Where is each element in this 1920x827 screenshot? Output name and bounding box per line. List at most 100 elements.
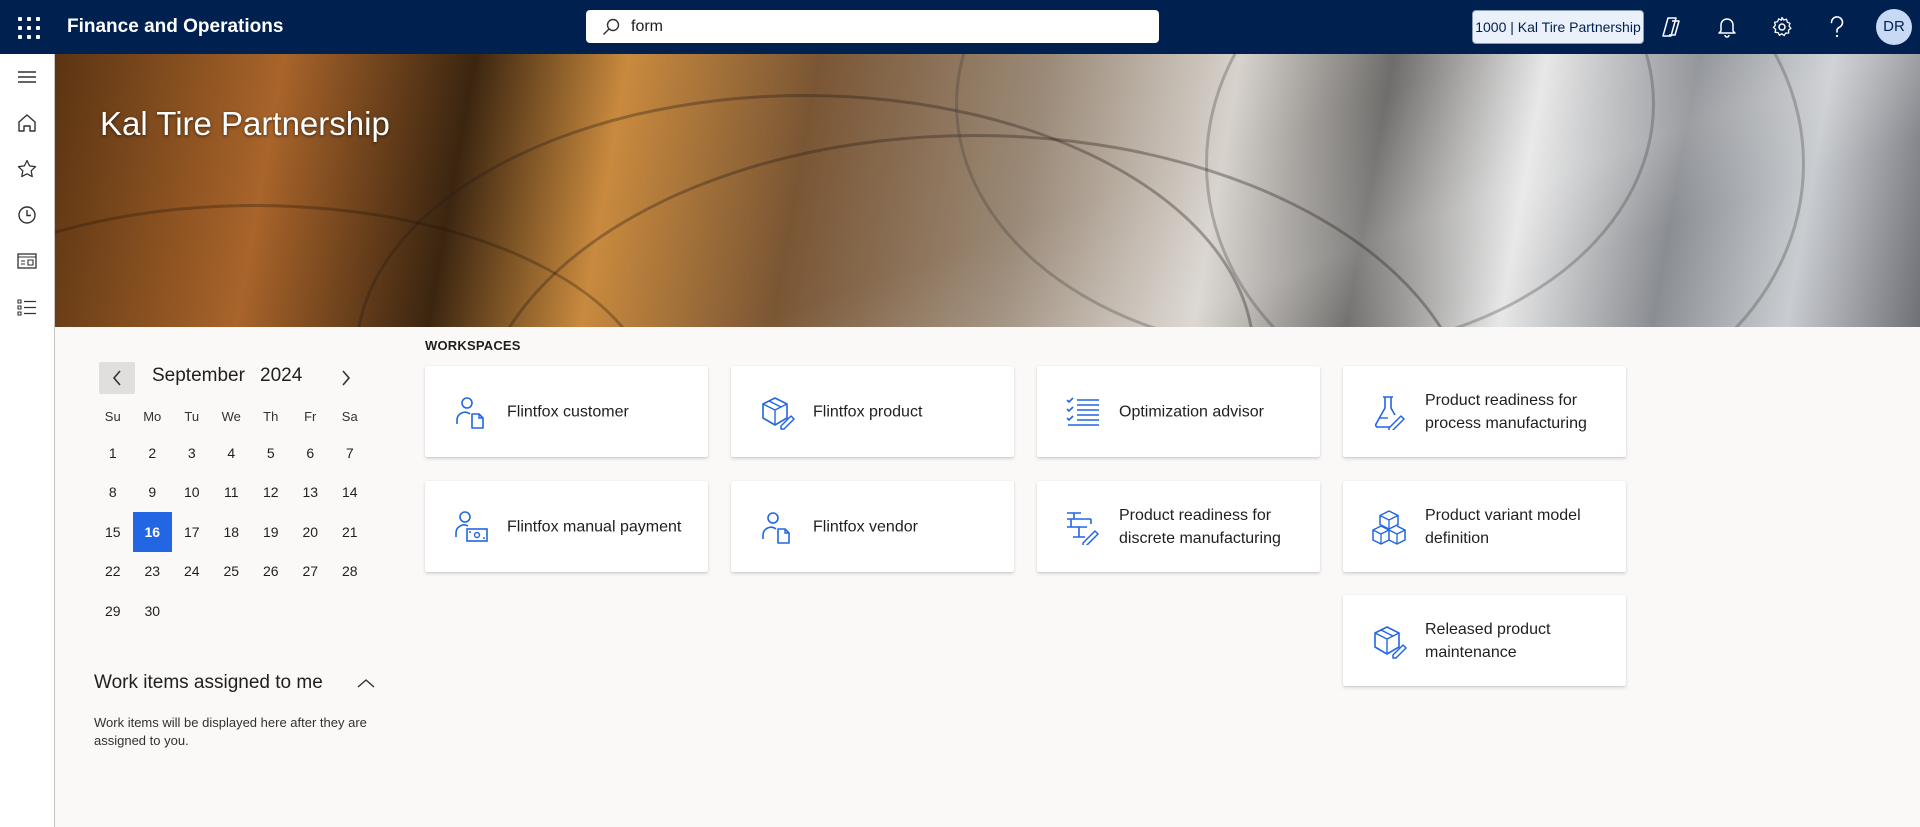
calendar-day[interactable]: 6 — [291, 433, 331, 473]
left-navigation-pane — [0, 54, 55, 827]
calendar-week-row: 15 16 17 18 19 20 21 — [93, 512, 409, 552]
calendar-day[interactable]: 9 — [133, 473, 173, 513]
calendar-day[interactable]: 22 — [93, 552, 133, 592]
modules-list-icon[interactable] — [13, 293, 41, 321]
expand-navigation-icon[interactable] — [13, 63, 41, 91]
workspace-tile-label: Product variant model definition — [1425, 506, 1581, 547]
calendar-day[interactable]: 2 — [133, 433, 173, 473]
calendar-empty-cell — [330, 591, 370, 631]
calendar-day[interactable]: 19 — [251, 512, 291, 552]
assembly-edit-icon — [1067, 512, 1099, 545]
copilot-icon[interactable] — [1658, 14, 1684, 40]
package-edit-icon — [1374, 626, 1407, 659]
calendar-week-row: 1 2 3 4 5 6 7 — [93, 433, 409, 473]
weekday-label: Tu — [184, 409, 200, 424]
workspace-tile-flintfox-product[interactable]: Flintfox product — [731, 366, 1014, 457]
calendar-empty-cell — [251, 591, 291, 631]
workspace-tile-optimization-advisor[interactable]: Optimization advisor — [1037, 366, 1320, 457]
person-document-icon — [456, 397, 484, 429]
calendar-weekday-row: Su Mo Tu We Th Fr Sa — [93, 400, 409, 433]
favorites-star-icon[interactable] — [13, 155, 41, 183]
workspace-tile-released-product-maintenance[interactable]: Released product maintenance — [1343, 595, 1626, 686]
calendar-day[interactable]: 4 — [212, 433, 252, 473]
calendar-year[interactable]: 2024 — [260, 364, 302, 388]
calendar-day[interactable]: 26 — [251, 552, 291, 592]
top-bar: Finance and Operations 1000 | Kal Tire P… — [0, 0, 1920, 54]
next-month-button[interactable] — [328, 362, 364, 394]
workspace-tile-flintfox-customer[interactable]: Flintfox customer — [425, 366, 708, 457]
company-picker-button[interactable]: 1000 | Kal Tire Partnership — [1472, 10, 1644, 44]
calendar-day[interactable]: 13 — [291, 473, 331, 513]
notifications-bell-icon[interactable] — [1714, 14, 1740, 40]
checklist-icon — [1066, 397, 1099, 426]
calendar-empty-cell — [212, 591, 252, 631]
home-icon[interactable] — [13, 109, 41, 137]
beaker-edit-icon — [1374, 396, 1405, 430]
calendar-day[interactable]: 12 — [251, 473, 291, 513]
workspace-tile-product-readiness-process[interactable]: Product readiness for process manufactur… — [1343, 366, 1626, 457]
calendar-day[interactable]: 8 — [93, 473, 133, 513]
workspace-tile-label: Product readiness for process manufactur… — [1425, 391, 1587, 432]
chevron-right-icon — [342, 370, 351, 386]
calendar-day[interactable]: 23 — [133, 552, 173, 592]
calendar-day[interactable]: 27 — [291, 552, 331, 592]
search-box[interactable] — [586, 10, 1159, 43]
work-items-heading: Work items assigned to me — [94, 672, 323, 693]
workspace-tile-product-variant-model[interactable]: Product variant model definition — [1343, 481, 1626, 572]
search-input[interactable] — [631, 15, 1131, 38]
calendar-day[interactable]: 18 — [212, 512, 252, 552]
app-launcher-icon[interactable] — [16, 15, 40, 39]
calendar-day[interactable]: 1 — [93, 433, 133, 473]
calendar-day[interactable]: 28 — [330, 552, 370, 592]
boxes-icon — [1372, 510, 1406, 545]
calendar-day[interactable]: 25 — [212, 552, 252, 592]
chevron-left-icon — [112, 370, 121, 386]
calendar-day[interactable]: 5 — [251, 433, 291, 473]
calendar-day[interactable]: 30 — [133, 591, 173, 631]
previous-month-button[interactable] — [99, 362, 135, 394]
workspace-tile-label: Flintfox manual payment — [507, 518, 682, 535]
workspace-tile-product-readiness-discrete[interactable]: Product readiness for discrete manufactu… — [1037, 481, 1320, 572]
calendar-day[interactable]: 21 — [330, 512, 370, 552]
calendar-day[interactable]: 17 — [172, 512, 212, 552]
workspace-tile-label: Released product maintenance — [1425, 620, 1551, 661]
workspace-tile-label: Product readiness for discrete manufactu… — [1119, 506, 1281, 547]
work-items-empty-message: Work items will be displayed here after … — [94, 715, 367, 748]
calendar-empty-cell — [291, 591, 331, 631]
workspace-tile-label: Flintfox product — [813, 403, 923, 420]
weekday-label: Th — [263, 409, 279, 424]
collapse-work-items-button[interactable] — [353, 670, 379, 696]
workspace-tile-flintfox-manual-payment[interactable]: Flintfox manual payment — [425, 481, 708, 572]
calendar-grid: Su Mo Tu We Th Fr Sa 1 2 3 4 5 6 7 8 9 1… — [93, 400, 409, 631]
calendar-day[interactable]: 11 — [212, 473, 252, 513]
calendar-week-row: 29 30 — [93, 591, 409, 631]
app-title[interactable]: Finance and Operations — [67, 15, 283, 39]
calendar-day[interactable]: 15 — [93, 512, 133, 552]
calendar-month[interactable]: September — [152, 364, 245, 388]
workspaces-heading: WORKSPACES — [425, 338, 521, 353]
calendar-day[interactable]: 14 — [330, 473, 370, 513]
calendar-day[interactable]: 24 — [172, 552, 212, 592]
weekday-label: Sa — [341, 409, 358, 424]
workspaces-icon[interactable] — [13, 247, 41, 275]
workspace-tile-label: Flintfox vendor — [813, 518, 918, 535]
company-name-heading: Kal Tire Partnership — [100, 105, 390, 142]
calendar-day[interactable]: 7 — [330, 433, 370, 473]
calendar-empty-cell — [172, 591, 212, 631]
help-icon[interactable] — [1824, 14, 1850, 40]
person-money-icon — [455, 511, 488, 542]
weekday-label: We — [221, 409, 241, 424]
calendar-day-selected[interactable]: 16 — [132, 512, 172, 552]
settings-gear-icon[interactable] — [1769, 14, 1795, 40]
recent-clock-icon[interactable] — [13, 201, 41, 229]
calendar-day[interactable]: 20 — [291, 512, 331, 552]
workspace-tile-label: Flintfox customer — [507, 403, 629, 420]
calendar-day[interactable]: 29 — [93, 591, 133, 631]
workspace-tile-flintfox-vendor[interactable]: Flintfox vendor — [731, 481, 1014, 572]
dashboard-banner: Kal Tire Partnership — [55, 54, 1920, 327]
calendar-week-row: 22 23 24 25 26 27 28 — [93, 552, 409, 592]
user-avatar[interactable]: DR — [1876, 9, 1912, 45]
calendar-day[interactable]: 10 — [172, 473, 212, 513]
calendar-day[interactable]: 3 — [172, 433, 212, 473]
weekday-label: Mo — [143, 409, 162, 424]
